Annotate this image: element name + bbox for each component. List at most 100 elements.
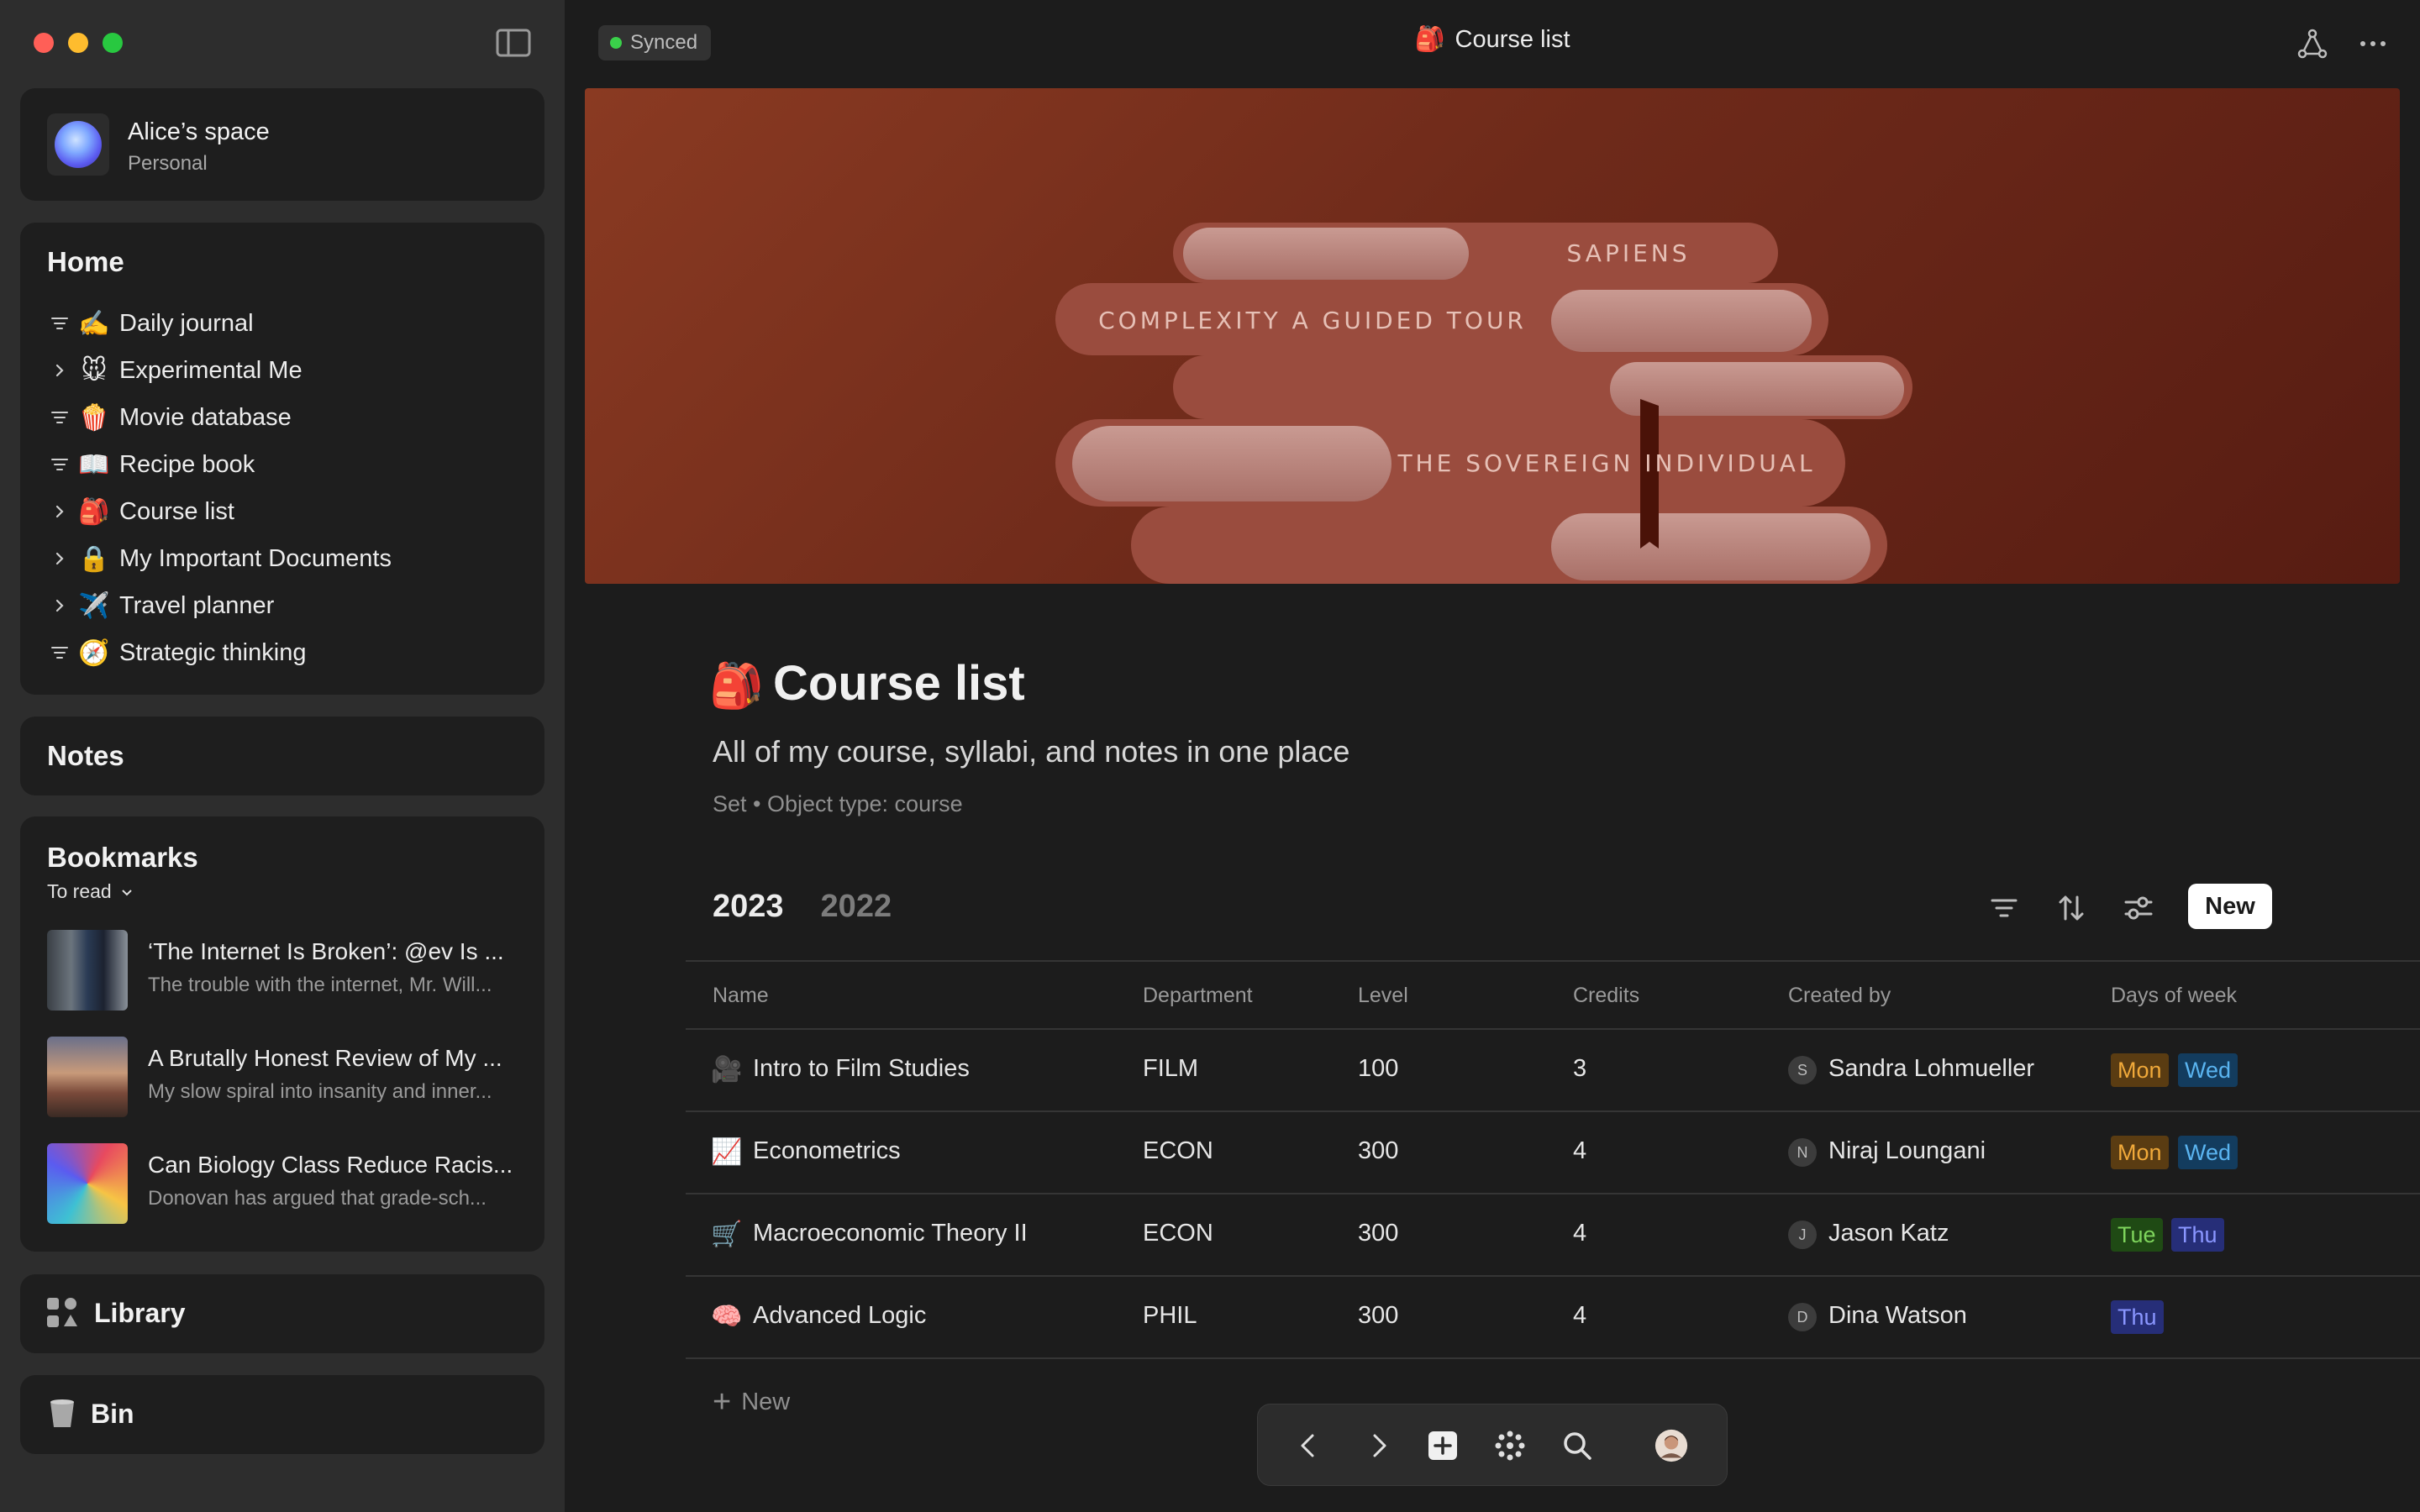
page-header-title-text: Course list — [1455, 26, 1570, 53]
sidebar-item-emoji: ✍️ — [78, 309, 110, 338]
row-level[interactable]: 100 — [1358, 1055, 1398, 1083]
table-row[interactable]: 🛒 Macroeconomic Theory II ECON 300 4 J J… — [686, 1194, 2420, 1277]
page-icon[interactable]: 🎒 — [709, 660, 764, 711]
day-tag[interactable]: Wed — [2178, 1136, 2238, 1169]
search-icon[interactable] — [1560, 1429, 1594, 1462]
chevron-left-icon[interactable] — [1292, 1429, 1325, 1462]
row-level[interactable]: 300 — [1358, 1137, 1398, 1165]
notes-widget[interactable]: Notes — [20, 717, 544, 795]
column-header-credits[interactable]: Credits — [1573, 984, 1639, 1008]
add-new-row-button[interactable]: + New — [713, 1386, 790, 1418]
bookmarks-filter-dropdown[interactable]: To read — [47, 880, 134, 903]
view-tabs: 2023 2022 — [713, 889, 892, 925]
home-widget-title[interactable]: Home — [47, 246, 124, 278]
column-header-department[interactable]: Department — [1143, 984, 1253, 1008]
row-department[interactable]: FILM — [1143, 1055, 1198, 1083]
sidebar-item-label: Strategic thinking — [119, 638, 307, 666]
filter-icon[interactable] — [1986, 890, 2022, 926]
row-creator[interactable]: Sandra Lohmueller — [1828, 1055, 2034, 1083]
sort-icon[interactable] — [2054, 890, 2089, 926]
chevron-right-icon[interactable] — [45, 503, 74, 520]
page-description[interactable]: All of my course, syllabi, and notes in … — [713, 734, 1349, 769]
row-credits[interactable]: 3 — [1573, 1055, 1586, 1083]
filter-lines-icon[interactable] — [45, 318, 74, 329]
sidebar-item-movie-database[interactable]: 🍿 Movie database — [45, 394, 533, 441]
row-department[interactable]: ECON — [1143, 1220, 1213, 1247]
column-header-level[interactable]: Level — [1358, 984, 1408, 1008]
tab-2022[interactable]: 2022 — [821, 889, 892, 925]
row-credits[interactable]: 4 — [1573, 1137, 1586, 1165]
chevron-right-icon[interactable] — [1362, 1429, 1396, 1462]
day-tag[interactable]: Thu — [2171, 1218, 2224, 1252]
row-department[interactable]: PHIL — [1143, 1302, 1197, 1330]
row-name[interactable]: Macroeconomic Theory II — [753, 1220, 1028, 1247]
row-level[interactable]: 300 — [1358, 1302, 1398, 1330]
day-tag[interactable]: Tue — [2111, 1218, 2163, 1252]
space-switcher[interactable]: Alice’s space Personal — [20, 88, 544, 201]
day-tag[interactable]: Mon — [2111, 1053, 2169, 1087]
new-object-button[interactable]: New — [2188, 884, 2272, 929]
row-creator[interactable]: Jason Katz — [1828, 1220, 1949, 1247]
view-settings-icon[interactable] — [2121, 890, 2156, 926]
filter-lines-icon[interactable] — [45, 459, 74, 470]
row-credits[interactable]: 4 — [1573, 1220, 1586, 1247]
sidebar-item-travel-planner[interactable]: ✈️ Travel planner — [45, 582, 533, 629]
more-options-icon[interactable] — [2356, 27, 2390, 60]
bookmarks-widget-title[interactable]: Bookmarks — [47, 842, 198, 874]
sidebar-item-course-list[interactable]: 🎒 Course list — [45, 488, 533, 535]
library-icon — [45, 1296, 79, 1330]
filter-lines-icon[interactable] — [45, 647, 74, 659]
sidebar-item-label: Movie database — [119, 403, 292, 431]
page-title[interactable]: Course list — [773, 655, 1025, 711]
sidebar-item-experimental-me[interactable]: 🐭 Experimental Me — [45, 347, 533, 394]
day-tag[interactable]: Mon — [2111, 1136, 2169, 1169]
bin-widget[interactable]: Bin — [20, 1375, 544, 1454]
graph-dots-icon[interactable] — [1493, 1429, 1527, 1462]
creator-avatar: J — [1788, 1221, 1817, 1249]
cover-image[interactable]: SAPIENS COMPLEXITY A GUIDED TOUR THE SOV… — [585, 88, 2400, 584]
zoom-window-button[interactable] — [103, 33, 123, 53]
column-header-days-of-week[interactable]: Days of week — [2111, 984, 2237, 1008]
table-row[interactable]: 📈 Econometrics ECON 300 4 N Niraj Lounga… — [686, 1112, 2420, 1194]
day-tag[interactable]: Wed — [2178, 1053, 2238, 1087]
day-tag[interactable]: Thu — [2111, 1300, 2164, 1334]
table-row[interactable]: 🧠 Advanced Logic PHIL 300 4 D Dina Watso… — [686, 1277, 2420, 1359]
sidebar-toggle-icon[interactable] — [496, 29, 531, 57]
library-widget[interactable]: Library — [20, 1274, 544, 1353]
chevron-right-icon[interactable] — [45, 362, 74, 379]
sidebar-item-daily-journal[interactable]: ✍️ Daily journal — [45, 300, 533, 347]
chevron-right-icon[interactable] — [45, 550, 74, 567]
space-name: Alice’s space — [128, 118, 270, 145]
page-header-title[interactable]: 🎒 Course list — [565, 25, 2420, 54]
notes-widget-title[interactable]: Notes — [47, 740, 124, 772]
row-name[interactable]: Advanced Logic — [753, 1302, 926, 1330]
sidebar-item-my-important-documents[interactable]: 🔒 My Important Documents — [45, 535, 533, 582]
row-creator[interactable]: Niraj Loungani — [1828, 1137, 1986, 1165]
table-row[interactable]: 🎥 Intro to Film Studies FILM 100 3 S San… — [686, 1030, 2420, 1112]
sidebar-item-emoji: 🐭 — [81, 356, 108, 385]
profile-avatar[interactable] — [1655, 1429, 1688, 1462]
bookmark-item[interactable]: A Brutally Honest Review of My ... My sl… — [47, 1037, 534, 1121]
graph-view-icon[interactable] — [2296, 27, 2329, 60]
plus-square-icon[interactable] — [1426, 1429, 1460, 1462]
chevron-right-icon[interactable] — [45, 597, 74, 614]
close-window-button[interactable] — [34, 33, 54, 53]
row-level[interactable]: 300 — [1358, 1220, 1398, 1247]
row-department[interactable]: ECON — [1143, 1137, 1213, 1165]
bookmark-description: Donovan has argued that grade-sch... — [148, 1187, 487, 1210]
bookmark-item[interactable]: ‘The Internet Is Broken’: @ev Is ... The… — [47, 930, 534, 1014]
column-header-created-by[interactable]: Created by — [1788, 984, 1891, 1008]
sidebar-item-emoji: 🎒 — [78, 497, 110, 526]
tab-2023[interactable]: 2023 — [713, 889, 784, 925]
minimize-window-button[interactable] — [68, 33, 88, 53]
sidebar-item-strategic-thinking[interactable]: 🧭 Strategic thinking — [45, 629, 533, 676]
row-name[interactable]: Intro to Film Studies — [753, 1055, 970, 1083]
row-credits[interactable]: 4 — [1573, 1302, 1586, 1330]
bookmark-item[interactable]: Can Biology Class Reduce Racis... Donova… — [47, 1143, 534, 1227]
sidebar-item-recipe-book[interactable]: 📖 Recipe book — [45, 441, 533, 488]
filter-lines-icon[interactable] — [45, 412, 74, 423]
row-name[interactable]: Econometrics — [753, 1137, 901, 1165]
bookmark-thumbnail — [47, 930, 128, 1011]
column-header-name[interactable]: Name — [713, 984, 769, 1008]
row-creator[interactable]: Dina Watson — [1828, 1302, 1967, 1330]
